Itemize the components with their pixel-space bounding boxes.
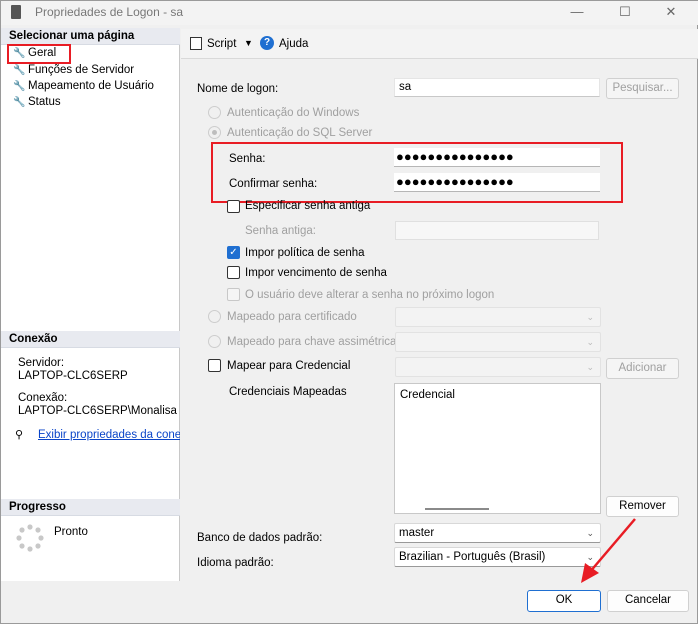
old-password-input[interactable] — [395, 221, 599, 240]
toolbar: Script ▼ ? Ajuda — [181, 29, 698, 59]
windows-auth-label: Autenticação do Windows — [227, 107, 360, 119]
mapped-credentials-label: Credenciais Mapeadas — [229, 386, 347, 398]
help-icon: ? — [260, 36, 274, 50]
search-button[interactable]: Pesquisar... — [606, 78, 679, 99]
default-lang-value: Brazilian - Português (Brasil) — [399, 551, 546, 563]
window-title: Propriedades de Logon - sa — [35, 5, 184, 19]
app-icon — [11, 5, 21, 19]
map-credential-checkbox[interactable] — [208, 359, 221, 372]
server-value: LAPTOP-CLC6SERP — [18, 370, 128, 382]
annotation-arrow-icon — [581, 518, 636, 583]
default-db-label: Banco de dados padrão: — [197, 532, 323, 544]
select-page-header: Selecionar uma página — [1, 28, 180, 45]
specify-old-password-label: Especificar senha antiga — [245, 200, 371, 212]
login-name-input[interactable]: sa — [394, 78, 600, 97]
left-pane: Selecionar uma página 🔧 Geral 🔧 Funções de… — [1, 28, 180, 581]
enforce-expiration-label: Impor vencimento de senha — [245, 267, 387, 279]
password-highlight-box — [211, 142, 623, 203]
windows-auth-radio[interactable] — [208, 106, 221, 119]
page-item-label: Status — [28, 96, 61, 108]
credential-select[interactable]: ⌄ — [395, 357, 601, 377]
must-change-checkbox[interactable] — [227, 288, 240, 301]
page-item-label: Funções de Servidor — [28, 64, 135, 76]
progress-header: Progresso — [1, 499, 180, 516]
login-properties-window: Propriedades de Logon - sa — ☐ ✕ Selecio… — [0, 0, 698, 624]
default-db-value: master — [399, 527, 435, 539]
script-button[interactable]: Script — [207, 37, 236, 51]
wrench-icon: 🔧 — [13, 65, 26, 76]
old-password-label: Senha antiga: — [245, 225, 316, 237]
certificate-select[interactable]: ⌄ — [395, 307, 601, 327]
map-asymmetric-key-label: Mapeado para chave assimétrica — [227, 336, 397, 348]
ok-button[interactable]: OK — [527, 590, 601, 612]
map-certificate-label: Mapeado para certificado — [227, 311, 357, 323]
default-lang-label: Idioma padrão: — [197, 557, 274, 569]
maximize-button[interactable]: ☐ — [615, 3, 635, 21]
minimize-button[interactable]: — — [567, 3, 587, 21]
cancel-button[interactable]: Cancelar — [607, 590, 689, 612]
connection-value: LAPTOP-CLC6SERP\Monalisa — [18, 405, 177, 417]
enforce-policy-checkbox[interactable]: ✓ — [227, 246, 240, 259]
page-item-server-roles[interactable]: 🔧 Funções de Servidor — [13, 63, 134, 78]
login-name-label: Nome de logon: — [197, 83, 279, 95]
asymmetric-key-select[interactable]: ⌄ — [395, 332, 601, 352]
sql-auth-label: Autenticação do SQL Server — [227, 127, 373, 139]
chevron-down-icon: ⌄ — [586, 312, 594, 322]
map-asymmetric-key-radio[interactable] — [208, 335, 221, 348]
script-dropdown-icon[interactable]: ▼ — [244, 36, 253, 50]
view-connection-properties-link[interactable]: Exibir propriedades da conexã — [38, 428, 180, 442]
connection-properties-icon: ⚲ — [15, 429, 24, 441]
default-lang-select[interactable]: Brazilian - Português (Brasil) ⌄ — [394, 547, 601, 567]
close-button[interactable]: ✕ — [661, 3, 681, 21]
wrench-icon: 🔧 — [13, 81, 26, 92]
progress-status: Pronto — [54, 526, 88, 538]
script-icon — [190, 37, 202, 50]
help-button[interactable]: Ajuda — [279, 37, 308, 51]
default-db-select[interactable]: master ⌄ — [394, 523, 601, 543]
map-credential-label: Mapear para Credencial — [227, 360, 351, 372]
page-item-user-mapping[interactable]: 🔧 Mapeamento de Usuário — [13, 79, 154, 94]
page-item-status[interactable]: 🔧 Status — [13, 95, 61, 110]
geral-highlight-box — [7, 44, 71, 64]
specify-old-password-checkbox[interactable] — [227, 200, 240, 213]
sql-auth-radio[interactable] — [208, 126, 221, 139]
horizontal-scrollbar[interactable] — [425, 508, 489, 510]
title-bar: Propriedades de Logon - sa — ☐ ✕ — [1, 1, 698, 25]
page-item-label: Mapeamento de Usuário — [28, 80, 154, 92]
map-certificate-radio[interactable] — [208, 310, 221, 323]
chevron-down-icon: ⌄ — [586, 362, 594, 372]
add-credential-button[interactable]: Adicionar — [606, 358, 679, 379]
connection-header: Conexão — [1, 331, 180, 348]
connection-label: Conexão: — [18, 392, 68, 404]
chevron-down-icon: ⌄ — [586, 337, 594, 347]
wrench-icon: 🔧 — [13, 97, 26, 108]
mapped-credentials-list[interactable]: Credencial — [394, 383, 601, 514]
credential-column-header[interactable]: Credencial — [400, 388, 455, 402]
must-change-label: O usuário deve alterar a senha no próxim… — [245, 289, 495, 301]
progress-spinner-icon — [15, 523, 45, 553]
enforce-expiration-checkbox[interactable] — [227, 266, 240, 279]
server-label: Servidor: — [18, 357, 65, 369]
enforce-policy-label: Impor política de senha — [245, 247, 365, 259]
